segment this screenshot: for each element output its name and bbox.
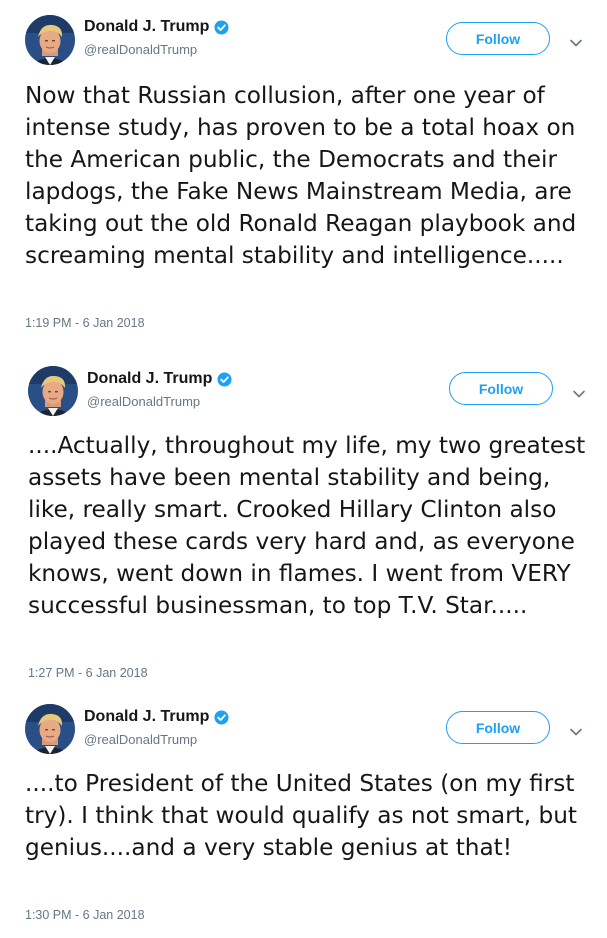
tweet-text: ....Actually, throughout my life, my two… [28,432,586,619]
verified-badge-icon [214,710,229,725]
verified-badge-icon [217,372,232,387]
profile-photo [25,15,75,65]
author-handle[interactable]: @realDonaldTrump [84,42,197,57]
profile-photo [28,366,78,416]
follow-button[interactable]: Follow [446,22,550,55]
tweet: Donald J. Trump @realDonaldTrump Follow … [0,0,607,345]
avatar[interactable] [25,704,75,754]
avatar[interactable] [25,15,75,65]
chevron-down-icon[interactable] [569,35,583,47]
chevron-down-icon[interactable] [569,724,583,736]
author-name-row[interactable]: Donald J. Trump [84,708,229,726]
follow-button[interactable]: Follow [446,711,550,744]
author-name-row[interactable]: Donald J. Trump [84,18,229,36]
follow-button[interactable]: Follow [449,372,553,405]
chevron-down-icon[interactable] [572,386,586,398]
author-handle[interactable]: @realDonaldTrump [84,732,197,747]
verified-badge-icon [214,20,229,35]
author-name-row[interactable]: Donald J. Trump [87,370,232,388]
tweet-text: Now that Russian collusion, after one ye… [25,82,577,269]
avatar[interactable] [28,366,78,416]
tweet: Donald J. Trump @realDonaldTrump Follow … [0,690,607,938]
author-name[interactable]: Donald J. Trump [87,370,212,388]
author-name[interactable]: Donald J. Trump [84,708,209,726]
author-name[interactable]: Donald J. Trump [84,18,209,36]
tweet-timestamp[interactable]: 1:19 PM - 6 Jan 2018 [25,316,145,330]
tweet: Donald J. Trump @realDonaldTrump Follow … [0,350,607,688]
tweet-timestamp[interactable]: 1:30 PM - 6 Jan 2018 [25,908,145,922]
author-handle[interactable]: @realDonaldTrump [87,394,200,409]
tweet-text: ....to President of the United States (o… [25,770,578,861]
tweet-timestamp[interactable]: 1:27 PM - 6 Jan 2018 [28,666,148,680]
profile-photo [25,704,75,754]
